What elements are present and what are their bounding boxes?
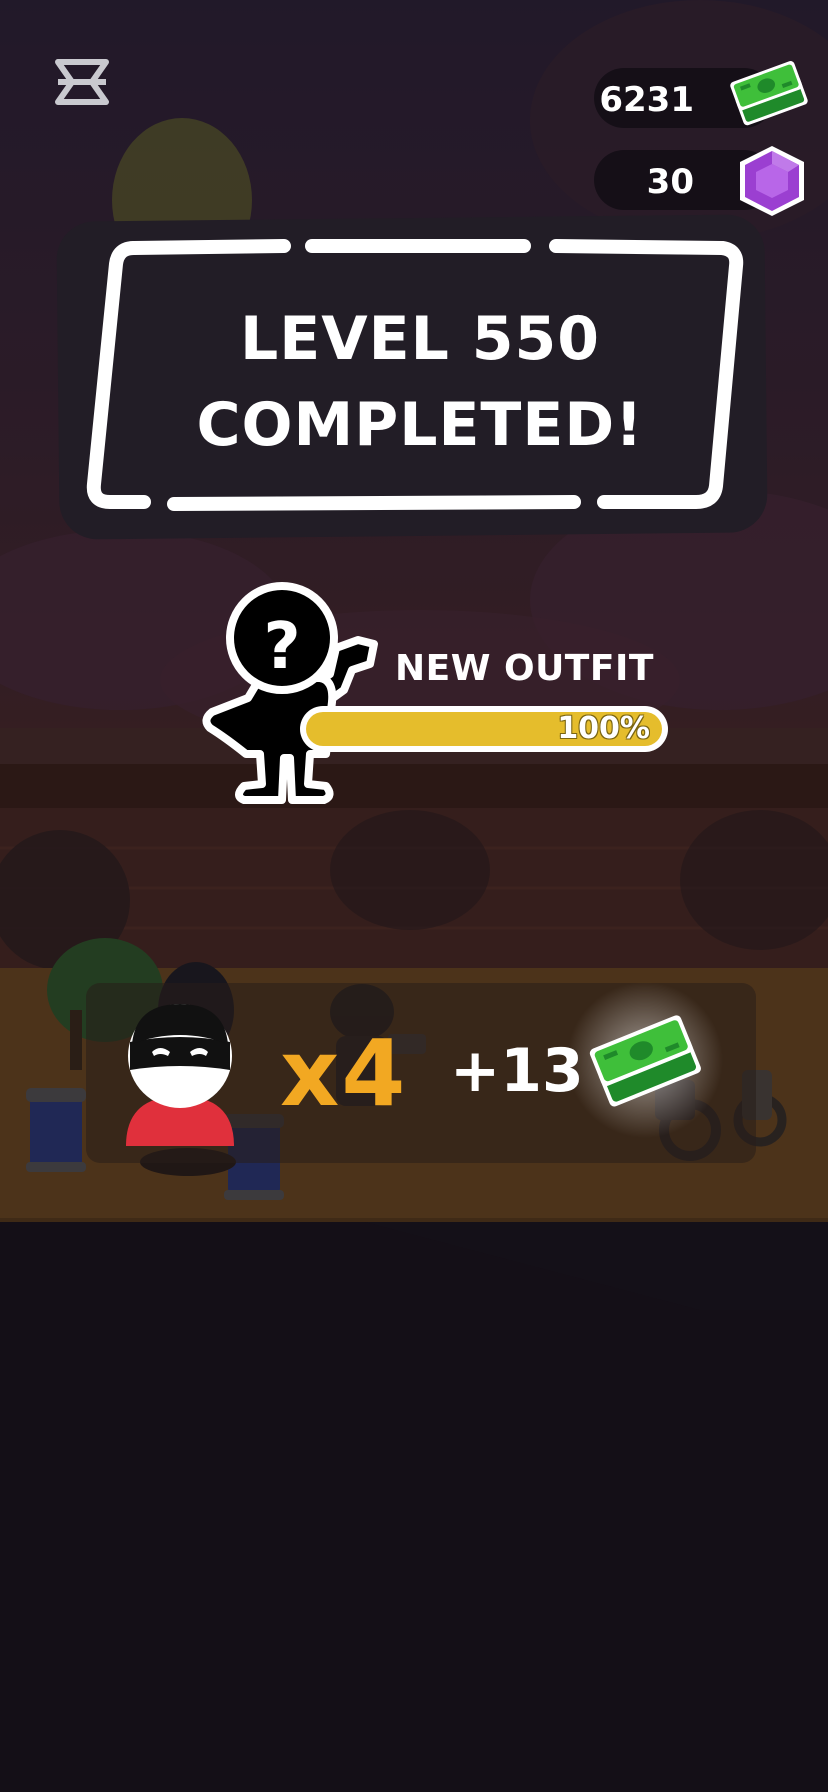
completed-text: COMPLETED!: [196, 390, 644, 460]
svg-text:?: ?: [263, 610, 300, 684]
kill-multiplier: x4: [280, 1020, 408, 1127]
outfit-progress-text: 100%: [557, 711, 650, 746]
purple-gem-icon: [740, 146, 804, 216]
cash-amount: 6231: [599, 80, 694, 120]
level-number-text: LEVEL 550: [239, 304, 600, 374]
cash-stack-icon: [730, 61, 808, 126]
masked-thief-avatar-icon: [126, 1004, 234, 1146]
gem-amount: 30: [646, 162, 694, 202]
outfit-progress-bar: 100%: [300, 706, 668, 752]
mystery-silhouette-icon: ?: [202, 582, 378, 804]
glowing-cash-icon: [567, 982, 723, 1138]
capcut-logo-icon: [55, 59, 109, 105]
new-outfit-label: NEW OUTFIT: [395, 648, 654, 689]
level-complete-title: LEVEL 550 COMPLETED!: [160, 296, 680, 468]
